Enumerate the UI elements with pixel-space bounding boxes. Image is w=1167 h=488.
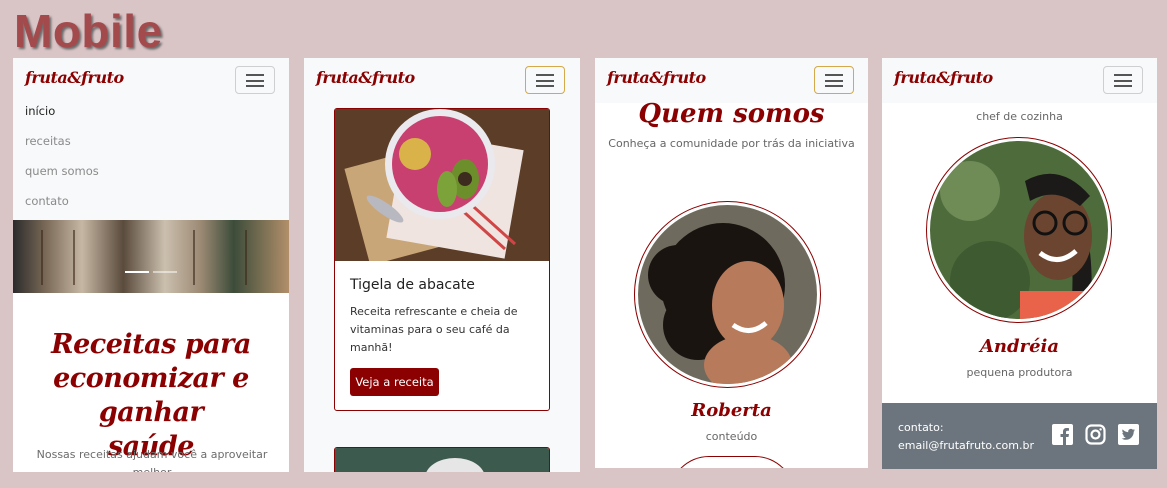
menu-item-receitas[interactable]: receitas: [25, 134, 71, 148]
menu-toggle-button[interactable]: [1103, 66, 1143, 94]
hero-carousel[interactable]: [13, 220, 289, 293]
section-subtitle: Conheça a comunidade por trás da iniciat…: [608, 137, 855, 150]
navbar: fruta&fruto: [595, 58, 868, 103]
menu-toggle-button[interactable]: [525, 66, 565, 94]
twitter-icon[interactable]: [1118, 424, 1139, 445]
navbar: fruta&fruto: [304, 58, 580, 103]
footer-contact-label: contato:: [898, 421, 944, 434]
brand-logo[interactable]: fruta&fruto: [607, 68, 706, 87]
member-name: Roberta: [691, 400, 772, 421]
recipe-description: Receita refrescante e cheia de vitaminas…: [350, 305, 518, 354]
member-role-prev: chef de cozinha: [976, 110, 1063, 123]
carousel-indicator-2[interactable]: [153, 271, 177, 273]
footer-email[interactable]: email@frutafruto.com.br: [898, 439, 1034, 452]
recipe-card-next: [334, 447, 550, 472]
mobile-screen-home: fruta&fruto início receitas quem somos c…: [13, 58, 289, 472]
page-heading: Mobile: [14, 5, 163, 57]
instagram-icon[interactable]: [1085, 424, 1106, 445]
menu-item-inicio[interactable]: início: [25, 104, 55, 118]
menu-item-quem-somos[interactable]: quem somos: [25, 164, 99, 178]
facebook-icon[interactable]: [1052, 424, 1073, 445]
section-title: Quem somos: [638, 99, 825, 129]
member-photo: [634, 201, 821, 388]
mobile-screen-team-footer: fruta&fruto chef de cozinha Andréia pequ…: [882, 58, 1157, 469]
recipe-title: Tigela de abacate: [350, 277, 475, 293]
menu-toggle-button[interactable]: [235, 66, 275, 94]
member-photo-next: [669, 456, 795, 468]
menu-item-contato[interactable]: contato: [25, 194, 69, 208]
recipe-card: Tigela de abacate Receita refrescante e …: [334, 108, 550, 411]
hero-title: Receitas para economizar e ganhar saúde: [51, 329, 251, 462]
member-role: pequena produtora: [966, 366, 1073, 379]
hero-description: Nossas receitas ajudam você a aproveitar…: [36, 448, 268, 472]
brand-logo[interactable]: fruta&fruto: [316, 68, 415, 87]
mobile-screen-recipes: fruta&fruto Tigela de abacate Receita re…: [304, 58, 580, 472]
footer: contato: email@frutafruto.com.br: [882, 403, 1157, 469]
carousel-indicator-1[interactable]: [125, 271, 149, 273]
navbar: fruta&fruto: [882, 58, 1157, 103]
member-photo: [926, 137, 1112, 323]
brand-logo[interactable]: fruta&fruto: [25, 68, 124, 87]
member-role: conteúdo: [705, 430, 758, 443]
member-name: Andréia: [979, 336, 1060, 357]
menu-toggle-button[interactable]: [814, 66, 854, 94]
view-recipe-button[interactable]: Veja a receita: [350, 368, 439, 396]
brand-logo[interactable]: fruta&fruto: [894, 68, 993, 87]
recipe-image: [335, 109, 549, 266]
mobile-screen-about: fruta&fruto Quem somos Conheça a comunid…: [595, 58, 868, 468]
navbar: fruta&fruto início receitas quem somos c…: [13, 58, 289, 221]
